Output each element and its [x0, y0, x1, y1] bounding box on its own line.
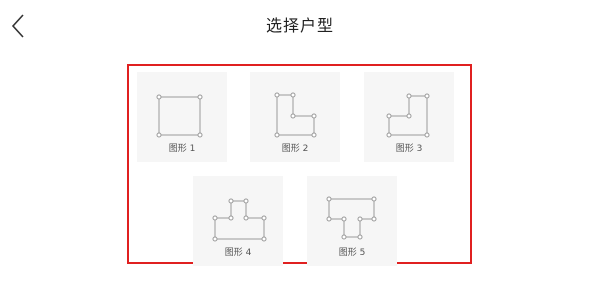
shape-label: 图形 4 — [224, 248, 252, 258]
shape-card-1[interactable]: 图形 1 — [137, 72, 227, 162]
shape-label: 图形 2 — [281, 144, 309, 154]
page-title: 选择户型 — [265, 16, 334, 35]
shape-card-2[interactable]: 图形 2 — [250, 72, 340, 162]
shape-card-3[interactable]: 图形 3 — [364, 72, 454, 162]
shape-card-5[interactable]: 图形 5 — [307, 176, 397, 266]
shape-label: 图形 1 — [168, 144, 196, 154]
shape-label: 图形 3 — [395, 144, 423, 154]
shape-label: 图形 5 — [338, 248, 366, 258]
shape-card-4[interactable]: 图形 4 — [193, 176, 283, 266]
